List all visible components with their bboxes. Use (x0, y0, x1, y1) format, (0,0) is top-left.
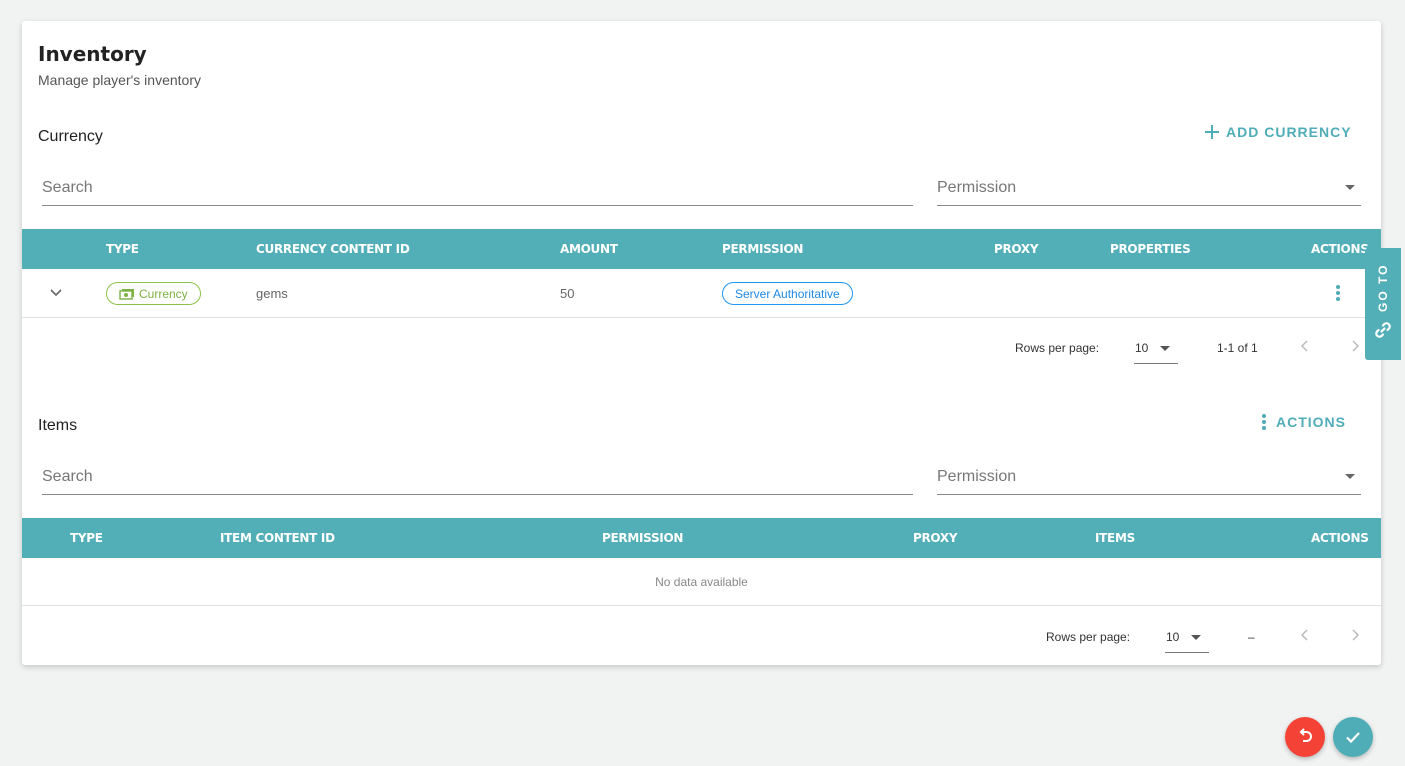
check-icon (1346, 732, 1360, 744)
type-chip: Currency (106, 282, 201, 305)
plus-icon (1205, 125, 1219, 139)
go-to-label: GO TO (1376, 263, 1390, 312)
column-header-content-id[interactable]: CURRENCY CONTENT ID (256, 242, 410, 256)
currency-search-field[interactable] (42, 176, 913, 206)
items-permission-select[interactable]: Permission (937, 465, 1361, 495)
items-permission-placeholder: Permission (937, 468, 1017, 485)
next-page-icon[interactable] (1349, 628, 1361, 642)
currency-section-title: Currency (38, 128, 103, 145)
items-section-title: Items (38, 417, 78, 434)
empty-state-text: No data available (22, 558, 1381, 606)
items-search-field[interactable] (42, 465, 913, 495)
money-icon (119, 288, 134, 300)
go-to-side-tab[interactable]: GO TO (1365, 248, 1401, 360)
column-header-actions: ACTIONS (1311, 242, 1369, 256)
expand-chevron-icon[interactable] (49, 288, 63, 298)
page-subtitle: Manage player's inventory (38, 72, 201, 88)
add-currency-button[interactable]: ADD CURRENCY (1204, 124, 1352, 140)
next-page-icon[interactable] (1349, 339, 1361, 353)
items-pagination: Rows per page: 10 – (22, 607, 1381, 665)
rows-per-page-select[interactable]: 10 (1134, 334, 1178, 364)
revert-button[interactable] (1285, 717, 1325, 757)
pagination-range: 1-1 of 1 (1217, 341, 1258, 355)
column-header-type[interactable]: TYPE (70, 531, 103, 545)
chevron-down-icon (1345, 474, 1355, 479)
chevron-down-icon (1345, 185, 1355, 190)
items-actions-button[interactable]: ACTIONS (1262, 414, 1346, 430)
column-header-items[interactable]: ITEMS (1095, 531, 1135, 545)
content-id-cell: gems (256, 286, 288, 301)
chevron-down-icon (1160, 346, 1170, 351)
link-icon (1375, 322, 1391, 338)
currency-permission-select[interactable]: Permission (937, 176, 1361, 206)
currency-search-input[interactable] (42, 176, 913, 200)
permission-chip: Server Authoritative (722, 282, 853, 305)
page-title: Inventory (38, 42, 147, 66)
currency-permission-placeholder: Permission (937, 179, 1017, 196)
column-header-item-content-id[interactable]: ITEM CONTENT ID (220, 531, 335, 545)
column-header-actions: ACTIONS (1311, 531, 1369, 545)
rows-per-page-value: 10 (1166, 630, 1180, 644)
rows-per-page-label: Rows per page: (1015, 341, 1100, 355)
prev-page-icon[interactable] (1299, 628, 1311, 642)
column-header-proxy[interactable]: PROXY (994, 242, 1039, 256)
permission-chip-label: Server Authoritative (735, 286, 840, 301)
chevron-down-icon (1191, 635, 1201, 640)
currency-table-header: TYPE CURRENCY CONTENT ID AMOUNT PERMISSI… (22, 229, 1381, 269)
undo-icon (1299, 728, 1312, 742)
confirm-button[interactable] (1333, 717, 1373, 757)
prev-page-icon[interactable] (1299, 339, 1311, 353)
column-header-permission[interactable]: PERMISSION (722, 242, 803, 256)
column-header-permission[interactable]: PERMISSION (602, 531, 683, 545)
add-currency-label: ADD CURRENCY (1226, 124, 1352, 140)
currency-pagination: Rows per page: 10 1-1 of 1 (22, 318, 1381, 376)
kebab-menu-icon (1262, 414, 1266, 430)
column-header-type[interactable]: TYPE (106, 242, 139, 256)
items-actions-label: ACTIONS (1276, 414, 1346, 430)
pagination-range: – (1248, 630, 1255, 644)
type-chip-label: Currency (139, 286, 188, 301)
column-header-properties[interactable]: PROPERTIES (1110, 242, 1191, 256)
column-header-proxy[interactable]: PROXY (913, 531, 958, 545)
row-actions-menu-icon[interactable] (1336, 285, 1340, 301)
column-header-amount[interactable]: AMOUNT (560, 242, 618, 256)
rows-per-page-label: Rows per page: (1046, 630, 1131, 644)
table-row: Currency gems 50 Server Authoritative (22, 269, 1381, 318)
items-table-header: TYPE ITEM CONTENT ID PERMISSION PROXY IT… (22, 518, 1381, 558)
rows-per-page-select[interactable]: 10 (1165, 623, 1209, 653)
items-search-input[interactable] (42, 465, 913, 489)
inventory-card: Inventory Manage player's inventory Curr… (22, 21, 1381, 665)
amount-cell: 50 (560, 286, 575, 301)
rows-per-page-value: 10 (1135, 341, 1149, 355)
